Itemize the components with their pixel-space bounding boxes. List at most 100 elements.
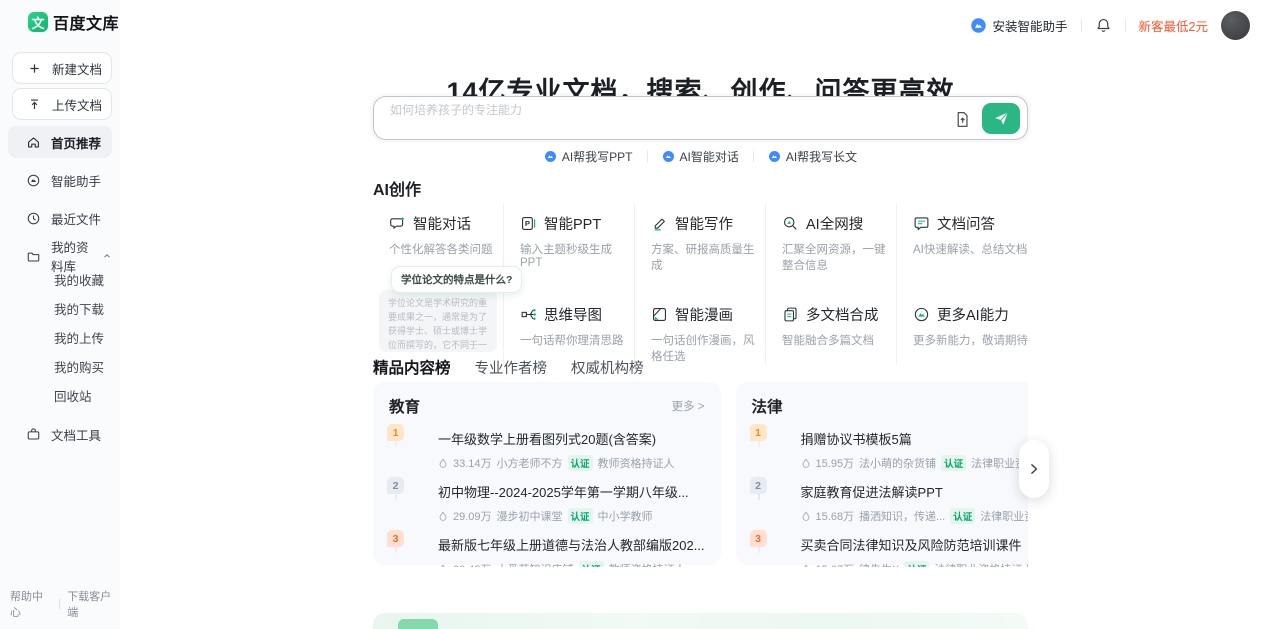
feature-demo-card[interactable]: 学位论文的特点是什么? 学位论文是学术研究的重要成果之一，通常是为了获得学士、硕… <box>373 262 504 364</box>
notification-bell-icon[interactable] <box>1095 17 1112 34</box>
ppt-icon: P <box>520 215 537 232</box>
divider <box>1125 19 1126 32</box>
sidebar-item-library[interactable]: 我的资料库 <box>8 240 112 272</box>
new-doc-button[interactable]: 新建文档 <box>12 52 112 84</box>
views-icon <box>438 458 448 469</box>
board-education: 教育 更多 > 1 一年级数学上册看图列式20题(含答案) 33.14万 小方老… <box>373 382 721 565</box>
cert-badge: 认证 <box>568 455 593 471</box>
tab-authority-orgs[interactable]: 权威机构榜 <box>571 357 644 378</box>
demo-question-bubble: 学位论文的特点是什么? <box>391 266 522 293</box>
upload-doc-button[interactable]: 上传文档 <box>12 88 112 120</box>
views-icon <box>438 511 448 522</box>
bottom-promo-banner[interactable] <box>373 613 1028 629</box>
sidebar-item-label: 最近文件 <box>51 209 101 228</box>
doc-row[interactable]: 2 初中物理--2024-2025学年第一学期八年级... 29.09万 漫步初… <box>389 482 705 523</box>
sidebar-item-recent[interactable]: 最近文件 <box>8 202 112 234</box>
home-icon <box>26 135 41 150</box>
wenku-logo-icon: 文 <box>28 12 48 32</box>
cert-badge: 认证 <box>568 508 593 524</box>
feature-mind-map[interactable]: 思维导图 一句话帮你理清思路 <box>504 262 635 364</box>
tab-premium-content[interactable]: 精品内容榜 <box>373 356 451 378</box>
divider <box>753 151 754 162</box>
new-user-promo-link[interactable]: 新客最低2元 <box>1139 16 1208 35</box>
sidebar-item-label: 智能助手 <box>51 171 101 190</box>
sidebar-item-label: 文档工具 <box>51 425 101 444</box>
doc-title: 一年级数学上册看图列式20题(含答案) <box>438 429 705 448</box>
doc-title: 捐赠协议书模板5篇 <box>801 429 1028 448</box>
cert-badge: 认证 <box>579 561 604 567</box>
board-title: 教育 <box>389 395 420 417</box>
tab-pro-authors[interactable]: 专业作者榜 <box>475 357 548 378</box>
feature-smart-comic[interactable]: 智能漫画 一句话创作漫画，风格任选 <box>635 262 766 364</box>
divider <box>59 599 60 609</box>
sidebar: 文 百度文库 新建文档 上传文档 首页推荐 智能助手 最近文件 我的资料库 <box>0 0 120 629</box>
views-icon <box>801 564 811 568</box>
doc-row[interactable]: 3 最新版七年级上册道德与法治人教部编版202... 20.48万 大番茄知识店… <box>389 535 705 567</box>
sidebar-footer: 帮助中心 下载客户端 <box>10 588 120 620</box>
rank-badge: 2 <box>387 477 404 494</box>
sidebar-subitem-purchases[interactable]: 我的购买 <box>54 357 104 376</box>
toolbox-icon <box>26 427 41 442</box>
feature-more-ai[interactable]: 更多AI能力 更多新能力，敬请期待 <box>897 262 1028 364</box>
doc-meta: 15.95万 法小萌的杂货铺 认证 法律职业资格持证... <box>801 455 1028 471</box>
ai-feature-row-1: 智能对话 个性化解答各类问题 P 智能PPT 输入主题秒级生成PPT 智能写作 … <box>373 204 1028 262</box>
quicklink-write-ppt[interactable]: AI帮我写PPT <box>544 148 633 165</box>
baidu-wenku-home: 文 百度文库 新建文档 上传文档 首页推荐 智能助手 最近文件 我的资料库 <box>0 0 1266 629</box>
user-avatar[interactable] <box>1221 11 1250 40</box>
doc-row[interactable]: 1 捐赠协议书模板5篇 15.95万 法小萌的杂货铺 认证 法律职业资格持证..… <box>752 429 1028 470</box>
sidebar-item-home[interactable]: 首页推荐 <box>8 126 112 158</box>
search-input[interactable] <box>388 101 898 119</box>
sidebar-item-assistant[interactable]: 智能助手 <box>8 164 112 196</box>
carousel-next-button[interactable] <box>1019 440 1049 498</box>
divider <box>1081 19 1082 32</box>
doc-meta: 15.07万 律先生X 认证 法律职业资格持证人 <box>801 561 1028 567</box>
doc-title: 最新版七年级上册道德与法治人教部编版202... <box>438 535 705 554</box>
feature-multi-doc[interactable]: 多文档合成 智能融合多篇文档 <box>766 262 897 364</box>
download-client-link[interactable]: 下载客户端 <box>67 588 120 620</box>
send-plane-icon <box>993 110 1010 127</box>
doc-row[interactable]: 2 家庭教育促进法解读PPT 15.68万 播洒知识，传递... 认证 法律职业… <box>752 482 1028 523</box>
quicklink-long-text[interactable]: AI帮我写长文 <box>768 148 857 165</box>
doc-title: 买卖合同法律知识及风险防范培训课件 <box>801 535 1028 554</box>
ranking-tabs: 精品内容榜 专业作者榜 权威机构榜 <box>373 356 644 378</box>
brand-logo[interactable]: 文 百度文库 <box>28 10 119 34</box>
rank-badge: 3 <box>387 530 404 547</box>
pencil-icon <box>651 215 668 232</box>
doc-title: 家庭教育促进法解读PPT <box>801 482 1028 501</box>
quick-links: AI帮我写PPT AI智能对话 AI帮我写长文 <box>373 148 1028 165</box>
cert-badge: 认证 <box>904 561 929 567</box>
search-submit-button[interactable] <box>982 103 1020 134</box>
sidebar-subitem-recycle[interactable]: 回收站 <box>54 386 92 405</box>
ai-spark-icon <box>662 150 675 163</box>
doc-title: 初中物理--2024-2025学年第一学期八年级... <box>438 482 705 501</box>
help-center-link[interactable]: 帮助中心 <box>10 588 52 620</box>
more-link[interactable]: 更多 > <box>672 398 705 414</box>
sidebar-subitem-uploads[interactable]: 我的上传 <box>54 328 104 347</box>
svg-text:P: P <box>525 219 530 228</box>
sidebar-subitem-favorites[interactable]: 我的收藏 <box>54 270 104 289</box>
doc-row[interactable]: 1 一年级数学上册看图列式20题(含答案) 33.14万 小方老师不方 认证 教… <box>389 429 705 470</box>
demo-answer-preview: 学位论文是学术研究的重要成果之一，通常是为了获得学士、硕士或博士学位而撰写的，它… <box>379 290 497 352</box>
doc-chat-icon <box>913 215 930 232</box>
doc-row[interactable]: 3 买卖合同法律知识及风险防范培训课件 15.07万 律先生X 认证 法律职业资… <box>752 535 1028 567</box>
doc-meta: 29.09万 漫步初中课堂 认证 中小学教师 <box>438 508 705 524</box>
brand-name: 百度文库 <box>53 10 119 34</box>
file-upload-icon <box>953 110 972 129</box>
rank-badge: 1 <box>387 424 404 441</box>
doc-meta: 33.14万 小方老师不方 认证 教师资格持证人 <box>438 455 705 471</box>
carousel-track: 教育 更多 > 1 一年级数学上册看图列式20题(含答案) 33.14万 小方老… <box>373 382 1028 565</box>
upload-icon <box>27 97 42 112</box>
sidebar-subitem-downloads[interactable]: 我的下载 <box>54 299 104 318</box>
ai-search-box <box>373 96 1028 140</box>
chevron-right-icon <box>1027 462 1041 476</box>
ai-spark-icon <box>544 150 557 163</box>
rank-badge: 1 <box>750 424 767 441</box>
board-title: 法律 <box>752 395 783 417</box>
cert-badge: 认证 <box>950 508 975 524</box>
quicklink-ai-chat[interactable]: AI智能对话 <box>662 148 739 165</box>
plus-icon <box>27 61 42 76</box>
assistant-icon <box>26 173 41 188</box>
sidebar-item-tools[interactable]: 文档工具 <box>8 418 112 450</box>
rank-badge: 3 <box>750 530 767 547</box>
attach-file-button[interactable] <box>951 108 973 130</box>
